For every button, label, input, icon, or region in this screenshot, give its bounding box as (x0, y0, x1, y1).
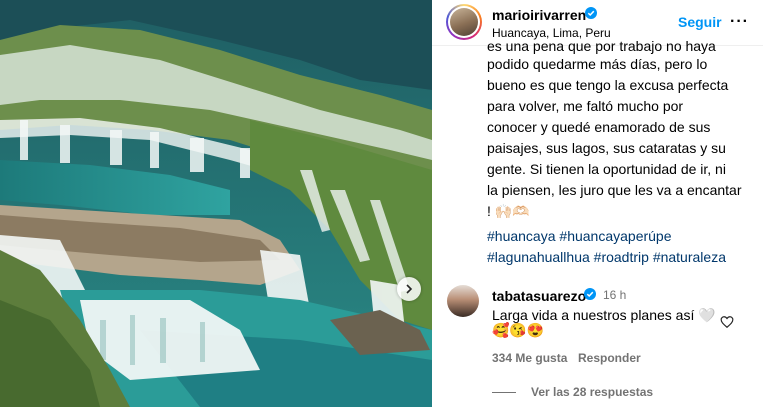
hashtag-link[interactable]: #huancayaperúpe (559, 228, 671, 244)
comment-item: tabatasuarezo 16 h Larga vida a nuestros… (432, 280, 763, 370)
view-replies-button[interactable]: Ver las 28 respuestas (492, 385, 653, 399)
author-avatar[interactable] (446, 4, 482, 40)
post-location[interactable]: Huancaya, Lima, Peru (492, 26, 611, 40)
follow-button[interactable]: Seguir (678, 14, 722, 30)
caption-line: gente. Si tienen la oportunidad de ir, n… (487, 161, 726, 177)
caption-line: podido quedarme más días, pero lo (487, 56, 708, 72)
more-options-icon[interactable]: ··· (730, 13, 749, 31)
commenter-avatar[interactable] (447, 285, 479, 317)
comment-likes[interactable]: 334 Me gusta (492, 351, 567, 365)
caption-line: para volver, me faltó mucho por (487, 98, 684, 114)
caption-line: ! 🙌🏻🫶🏻 (487, 203, 530, 219)
caption-clipped-line: es una pena que por trabajo no haya (487, 41, 716, 54)
comment-emojis: 🥰😘😍 (492, 322, 545, 338)
reply-button[interactable]: Responder (578, 351, 641, 365)
caption-line: paisajes, sus lagos, sus cataratas y su (487, 140, 726, 156)
comment-timestamp[interactable]: 16 h (603, 288, 626, 302)
hashtag-link[interactable]: #lagunahuallhua (487, 249, 590, 265)
view-replies-label: Ver las 28 respuestas (531, 385, 654, 399)
author-username[interactable]: marioirivarren (492, 7, 586, 23)
author-avatar-image (450, 8, 478, 36)
commenter-username[interactable]: tabatasuarezo (492, 288, 586, 304)
post-caption: es una pena que por trabajo no haya podi… (487, 41, 747, 222)
next-photo-button[interactable] (397, 277, 421, 301)
post-photo[interactable] (0, 0, 432, 407)
hashtag-list: #huancaya #huancayaperúpe #lagunahuallhu… (487, 226, 747, 268)
replies-divider (492, 391, 516, 393)
hashtag-link[interactable]: #huancaya (487, 228, 556, 244)
waterfall-landscape-image (0, 0, 432, 407)
verified-badge-icon (585, 7, 597, 19)
caption-line: bueno es que tengo la excusa perfecta (487, 77, 729, 93)
hashtag-link[interactable]: #naturaleza (653, 249, 726, 265)
verified-badge-icon (584, 288, 596, 300)
hashtag-link[interactable]: #roadtrip (594, 249, 649, 265)
heart-outline-icon[interactable] (720, 315, 734, 329)
post-details-panel: marioirivarren Huancaya, Lima, Peru Segu… (432, 0, 763, 407)
caption-line: la piensen, les juro que les va a encant… (487, 182, 742, 198)
post-header: marioirivarren Huancaya, Lima, Peru Segu… (432, 0, 763, 46)
chevron-right-icon (406, 284, 413, 294)
caption-line: conocer y quedé enamorado de sus (487, 119, 711, 135)
